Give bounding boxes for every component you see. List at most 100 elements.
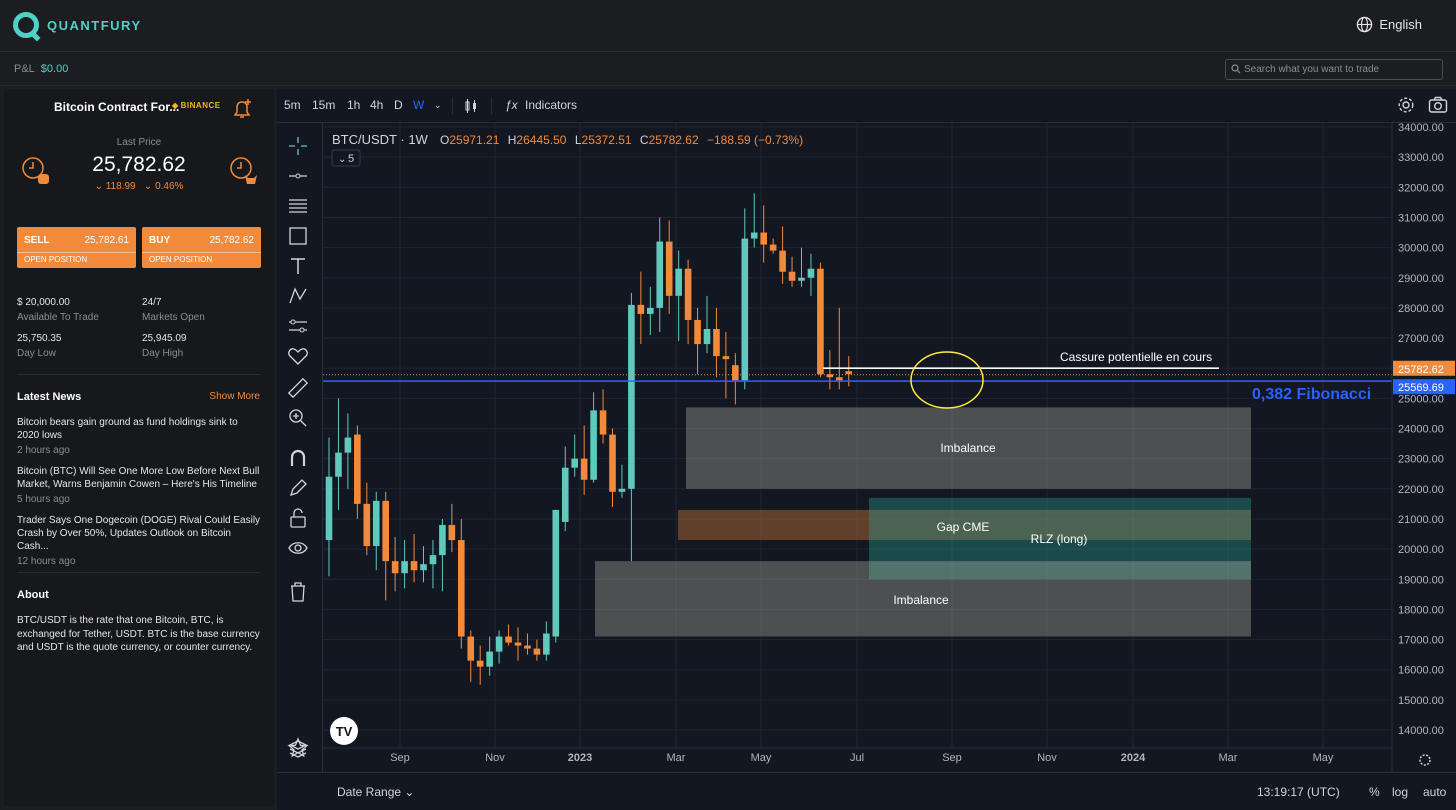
news-item[interactable]: Bitcoin bears gain ground as fund holdin… <box>17 416 262 457</box>
show-more-link[interactable]: Show More <box>209 391 260 402</box>
camera-icon[interactable] <box>1428 96 1448 114</box>
candle-body <box>325 476 333 541</box>
date-range-button[interactable]: Date Range ⌄ <box>337 785 414 799</box>
sell-label: SELL <box>24 235 50 246</box>
trash-icon[interactable] <box>287 581 309 603</box>
y-tick-label: 28000.00 <box>1398 303 1444 315</box>
price-chart[interactable]: Cassure potentielle en cours 0,382 Fibona… <box>323 123 1456 772</box>
x-tick-label: Nov <box>1037 752 1057 764</box>
candle-body <box>505 636 512 643</box>
interval-4h[interactable]: 4h <box>370 98 383 112</box>
layers-icon[interactable] <box>288 739 308 759</box>
candle-body <box>750 232 758 239</box>
x-tick-label: Jul <box>850 752 864 764</box>
axis-settings-icon[interactable] <box>1419 754 1431 766</box>
about-title: About <box>17 589 49 601</box>
bear-alert-icon[interactable] <box>20 155 52 187</box>
search-input[interactable]: Search what you want to trade <box>1225 59 1443 80</box>
x-tick-label: May <box>1313 752 1334 764</box>
ohlc-c-label: C <box>640 133 649 147</box>
prediction-icon[interactable] <box>287 315 309 337</box>
log-scale-toggle[interactable]: log <box>1392 785 1408 799</box>
heart-icon[interactable] <box>287 345 309 367</box>
candle-body <box>458 540 465 637</box>
news-headline: Trader Says One Dogecoin (DOGE) Rival Co… <box>17 515 261 552</box>
candle-body <box>760 232 767 245</box>
lock-icon[interactable] <box>287 507 309 529</box>
crosshair-icon[interactable] <box>287 135 309 157</box>
interval-5m[interactable]: 5m <box>284 98 301 112</box>
candle-body <box>628 304 635 489</box>
magnet-icon[interactable] <box>287 447 309 469</box>
chart-bottom-bar: Date Range ⌄ 13:19:17 (UTC) % log auto <box>277 740 1456 810</box>
bull-alert-icon[interactable] <box>228 155 260 187</box>
news-headline: Bitcoin (BTC) Will See One More Low Befo… <box>17 466 260 490</box>
candle-body <box>514 642 522 646</box>
y-tick-label: 31000.00 <box>1398 212 1444 224</box>
fib-retracement-icon[interactable] <box>287 195 309 217</box>
candle-body <box>382 500 389 562</box>
indicators-button[interactable]: Indicators <box>525 98 577 112</box>
text-icon[interactable] <box>287 255 309 277</box>
logo-text: QUANTFURY <box>47 17 142 33</box>
candle-body <box>571 458 578 468</box>
settings-gear-icon[interactable] <box>1397 96 1415 114</box>
gap-cme-label: Gap CME <box>937 520 990 534</box>
candle-body <box>599 410 607 435</box>
percent-scale-toggle[interactable]: % <box>1369 785 1380 799</box>
y-tick-label: 20000.00 <box>1398 544 1444 556</box>
eye-icon[interactable] <box>287 537 309 559</box>
divider <box>17 374 260 375</box>
candle-body <box>354 434 361 504</box>
stat-label: Markets Open <box>142 312 205 323</box>
candle-body <box>486 651 493 667</box>
ohlc-c: 25782.62 <box>649 133 699 147</box>
news-item[interactable]: Bitcoin (BTC) Will See One More Low Befo… <box>17 465 262 506</box>
search-placeholder: Search what you want to trade <box>1244 64 1380 75</box>
candle-body <box>769 244 777 251</box>
interval-d[interactable]: D <box>394 98 403 112</box>
candle-body <box>637 304 645 314</box>
candle-body <box>420 564 427 571</box>
sell-button[interactable]: SELL 25,782.61 OPEN POSITION <box>17 227 136 268</box>
stat-day-low: 25,750.35 Day Low <box>17 333 62 359</box>
quantfury-logo[interactable]: QUANTFURY <box>13 12 142 38</box>
candle-body <box>580 458 588 480</box>
y-tick-label: 23000.00 <box>1398 454 1444 466</box>
y-tick-label: 30000.00 <box>1398 243 1444 255</box>
y-tick-label: 14000.00 <box>1398 725 1444 737</box>
news-item[interactable]: Trader Says One Dogecoin (DOGE) Rival Co… <box>17 514 262 568</box>
auto-scale-toggle[interactable]: auto <box>1423 785 1446 799</box>
divider <box>17 572 260 573</box>
candle-type-icon[interactable] <box>464 98 478 114</box>
pencil-lock-icon[interactable] <box>287 477 309 499</box>
candle-body <box>618 488 626 492</box>
ohlc-o: 25971.21 <box>449 133 499 147</box>
stat-value: 25,750.35 <box>17 333 62 344</box>
candle-body <box>798 277 805 281</box>
interval-15m[interactable]: 15m <box>312 98 335 112</box>
buy-button[interactable]: BUY 25,782.62 OPEN POSITION <box>142 227 261 268</box>
indicators-icon: ƒx <box>505 98 518 112</box>
candle-body <box>590 410 597 480</box>
interval-1h[interactable]: 1h <box>347 98 360 112</box>
zoom-in-icon[interactable] <box>287 407 309 429</box>
indicator-count: 5 <box>348 153 354 165</box>
language-selector[interactable]: English <box>1356 16 1422 33</box>
trend-line-icon[interactable] <box>287 165 309 187</box>
top-bar: QUANTFURY English <box>0 0 1456 52</box>
candle-body <box>410 561 418 571</box>
candle-body <box>807 268 815 278</box>
y-tick-label: 25000.00 <box>1398 393 1444 405</box>
interval-w[interactable]: W <box>413 98 424 112</box>
pattern-icon[interactable] <box>287 285 309 307</box>
ruler-icon[interactable] <box>287 377 309 399</box>
candle-body <box>665 241 673 296</box>
candle-body <box>495 636 503 652</box>
rectangle-icon[interactable] <box>287 225 309 247</box>
tradingview-logo[interactable]: TV <box>330 717 358 745</box>
add-alert-bell-icon[interactable] <box>230 97 254 121</box>
last-price-label: Last Price <box>116 137 162 148</box>
news-time: 2 hours ago <box>17 445 70 456</box>
interval-dropdown-icon[interactable]: ⌄ <box>434 100 442 111</box>
